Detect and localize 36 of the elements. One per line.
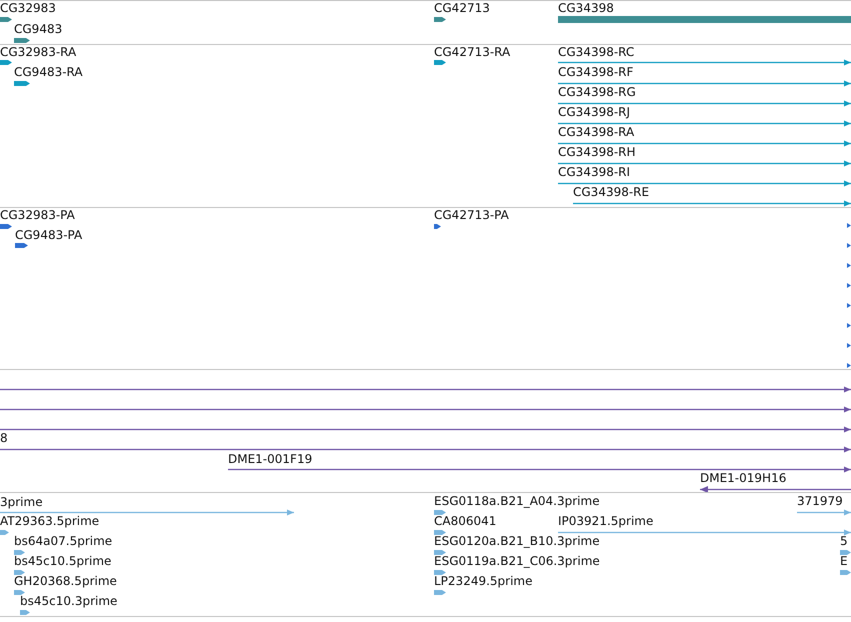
- feature-label: 3prime: [0, 495, 43, 509]
- feature-label: ESG0120a.B21_B10.3prime: [434, 534, 600, 548]
- feature-label: CG9483-PA: [15, 228, 82, 242]
- feature-label: DME1-019H16: [700, 471, 786, 485]
- feature-label: CG34398-RH: [558, 145, 636, 159]
- feature-label: CG32983: [0, 1, 56, 15]
- feature-label: CG34398-RC: [558, 45, 634, 59]
- feature-label: CG42713-PA: [434, 208, 509, 222]
- feature-label: bs45c10.5prime: [14, 554, 112, 568]
- feature-label: CA806041: [434, 514, 496, 528]
- feature-label: CG34398-RJ: [558, 105, 630, 119]
- feature-label: GH20368.5prime: [14, 574, 117, 588]
- feature-label: CG34398-RA: [558, 125, 634, 139]
- feature-label: ESG0118a.B21_A04.3prime: [434, 494, 600, 508]
- feature-label: 371979: [797, 494, 843, 508]
- feature-label: IP03921.5prime: [558, 514, 654, 528]
- feature-label: 5: [840, 534, 848, 548]
- feature-label: CG34398-RG: [558, 85, 636, 99]
- feature-label: E: [840, 554, 848, 568]
- feature-label: LP23249.5prime: [434, 574, 533, 588]
- feature-label: bs64a07.5prime: [14, 534, 112, 548]
- feature-label: 8: [0, 431, 8, 445]
- feature-label: CG32983-PA: [0, 208, 75, 222]
- feature-label: CG34398: [558, 1, 614, 15]
- feature-label: CG9483-RA: [14, 65, 83, 79]
- feature-label: CG9483: [14, 22, 62, 36]
- feature-label: CG34398-RE: [573, 185, 650, 199]
- feature-label: ESG0119a.B21_C06.3prime: [434, 554, 600, 568]
- feature-label: CG34398-RF: [558, 65, 634, 79]
- feature-label: CG34398-RI: [558, 165, 630, 179]
- feature-label: bs45c10.3prime: [20, 594, 118, 608]
- feature-label: AT29363.5prime: [0, 514, 100, 528]
- feature-label: DME1-001F19: [228, 452, 312, 466]
- feature-label: CG42713: [434, 1, 490, 15]
- feature-label: CG42713-RA: [434, 45, 510, 59]
- feature-label: CG32983-RA: [0, 45, 76, 59]
